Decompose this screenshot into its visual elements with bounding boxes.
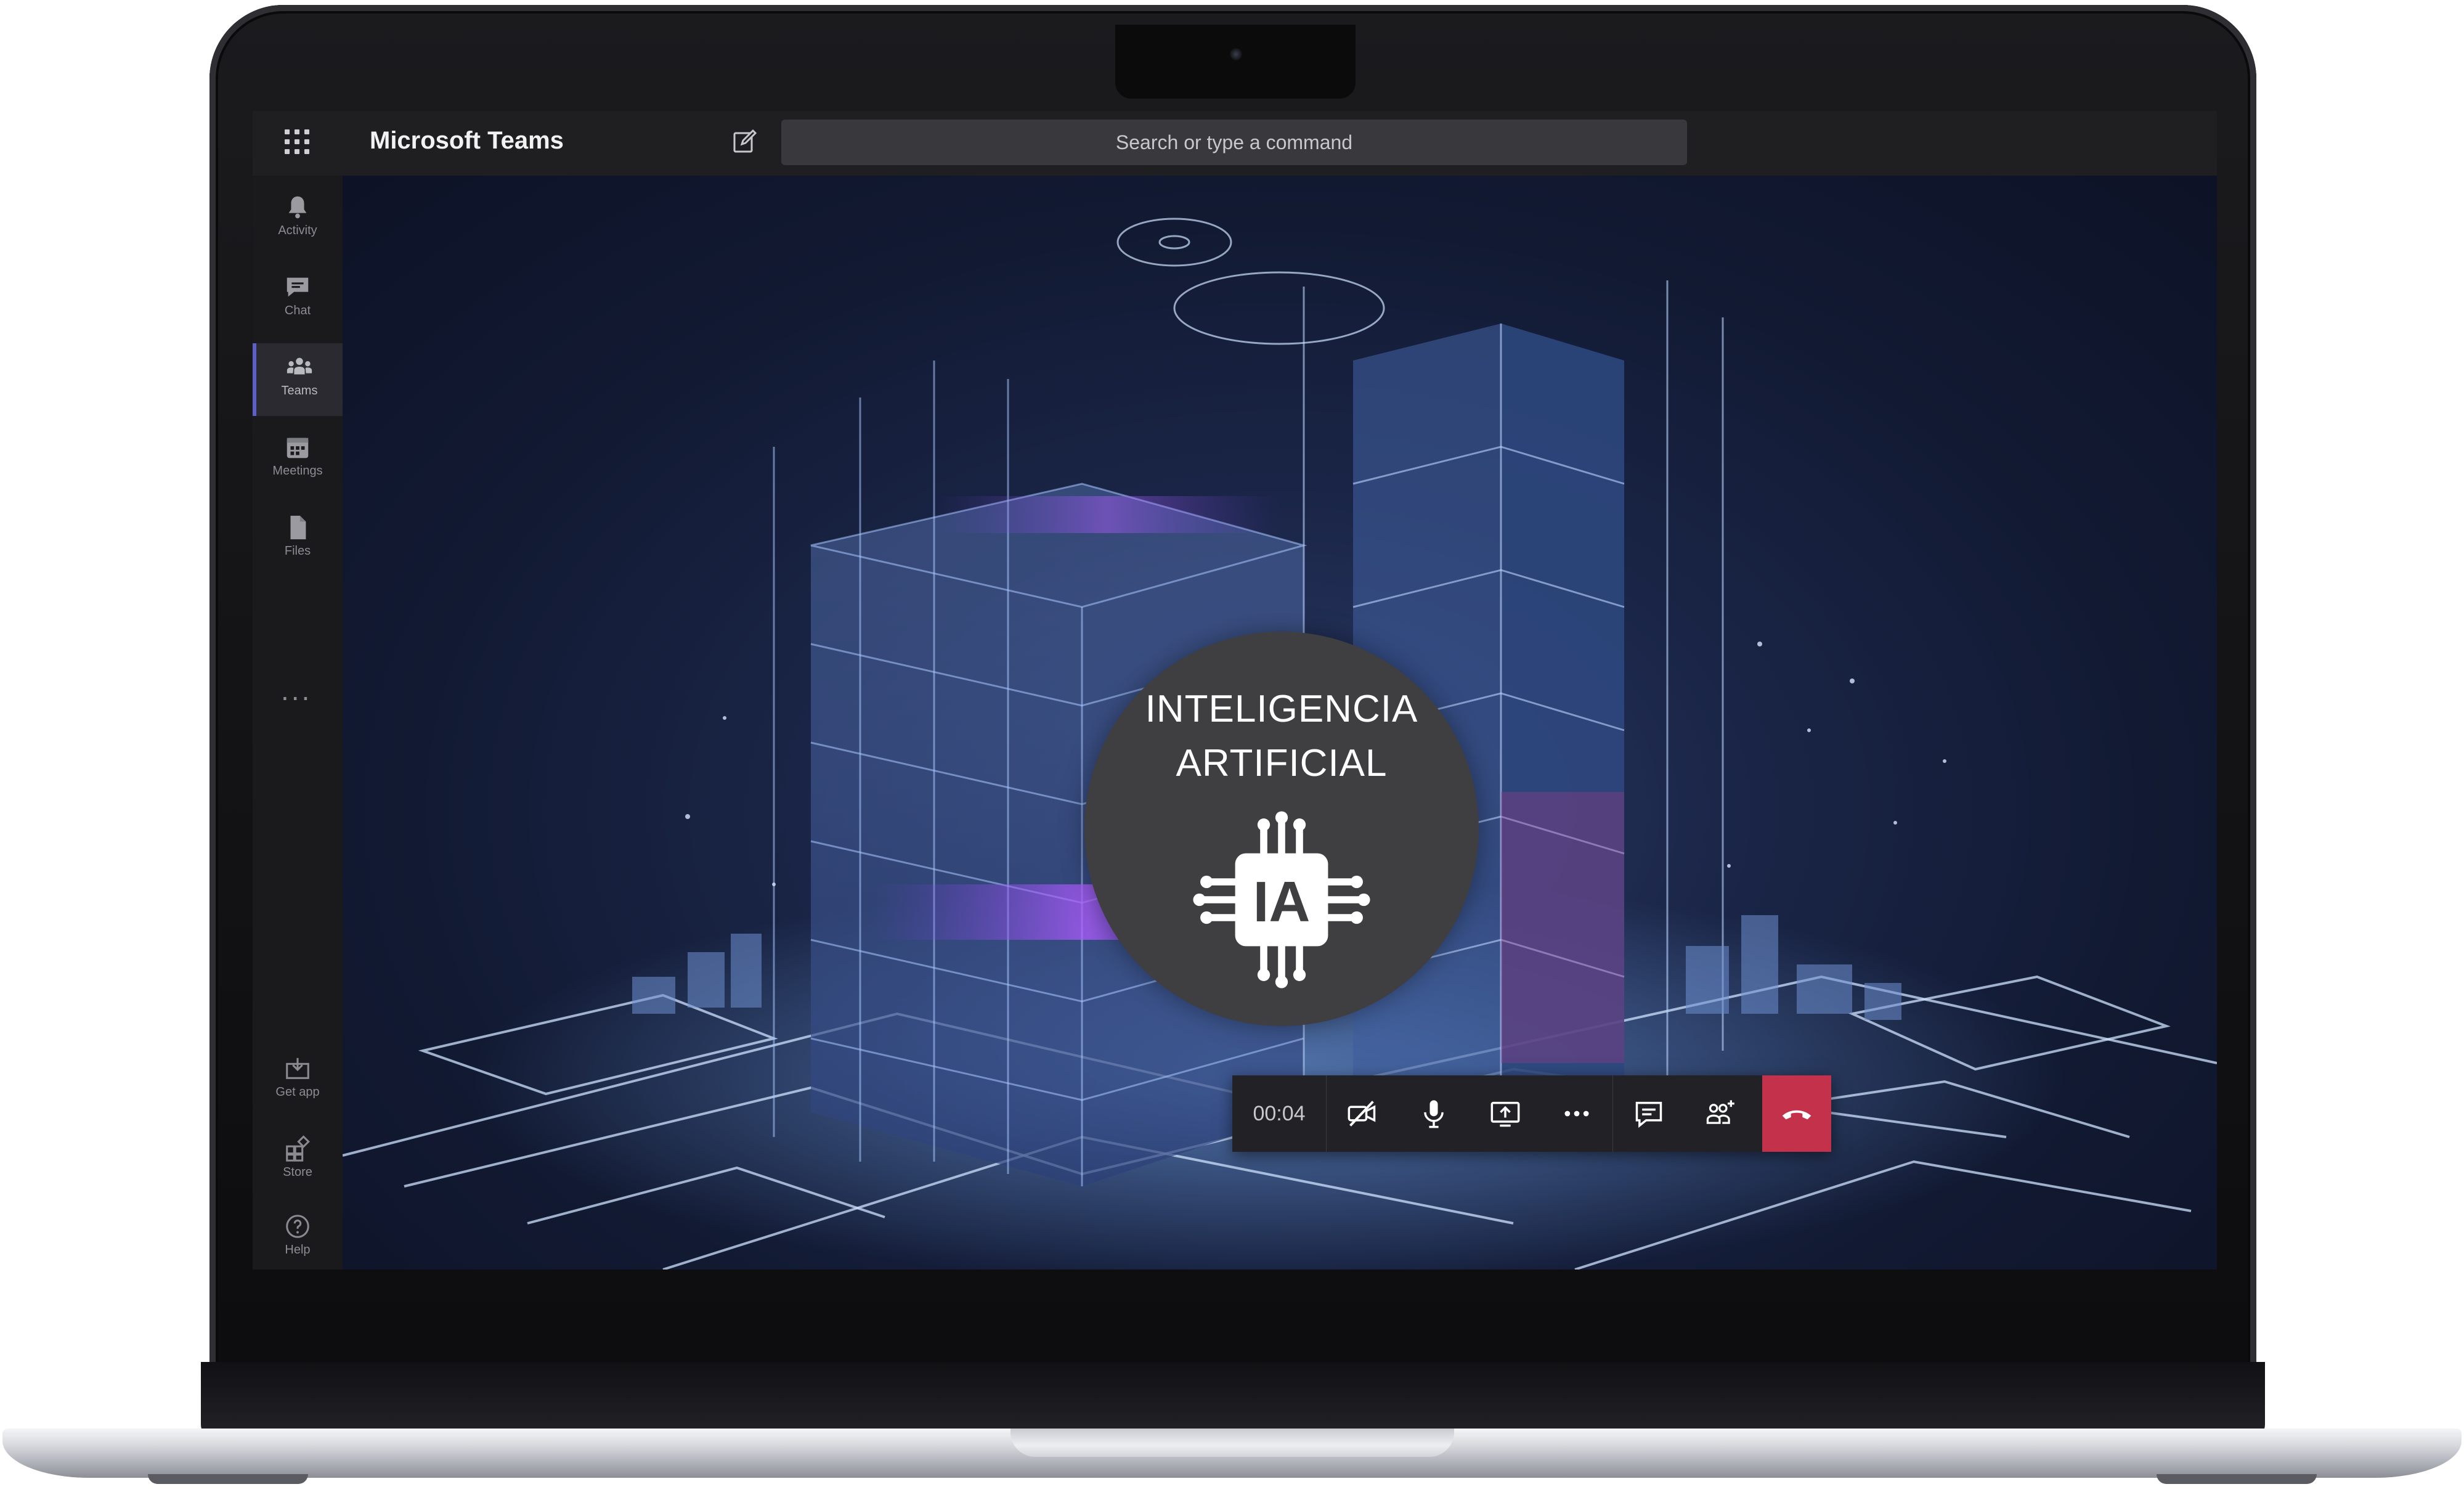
more-apps-icon[interactable]: ... xyxy=(281,674,312,707)
share-screen-icon xyxy=(1490,1101,1520,1127)
webcam xyxy=(1230,48,1242,60)
show-conversation-button[interactable] xyxy=(1613,1075,1685,1152)
mic-toggle-button[interactable] xyxy=(1398,1075,1470,1152)
sidebar-item-meetings[interactable]: Meetings xyxy=(253,423,343,496)
sidebar-item-label: Chat xyxy=(284,304,311,317)
hang-up-icon xyxy=(1782,1110,1811,1120)
calendar-icon xyxy=(287,438,309,459)
conversation-icon xyxy=(1635,1101,1662,1128)
teams-icon xyxy=(287,357,312,375)
camera-toggle-button[interactable] xyxy=(1327,1075,1398,1152)
sidebar-item-files[interactable]: Files xyxy=(253,503,343,576)
sidebar-item-get-app[interactable]: Get app xyxy=(253,1045,343,1117)
sidebar-item-store[interactable]: Store xyxy=(253,1125,343,1197)
file-icon xyxy=(290,515,306,540)
app-title: Microsoft Teams xyxy=(370,127,564,154)
hang-up-button[interactable] xyxy=(1762,1075,1831,1152)
sidebar-item-teams[interactable]: Teams xyxy=(253,343,343,416)
app-launcher-icon[interactable] xyxy=(285,129,309,154)
laptop-foot-left xyxy=(148,1474,308,1484)
sidebar-item-help[interactable]: Help xyxy=(253,1202,343,1270)
share-screen-button[interactable] xyxy=(1470,1075,1541,1152)
meeting-stage: INTELIGENCIA ARTIFICIAL IA 00:04 xyxy=(343,176,2217,1270)
camera-notch xyxy=(1115,25,1356,99)
sidebar-item-label: Help xyxy=(285,1243,311,1257)
laptop-bezel-bottom xyxy=(201,1362,2265,1437)
participant-name-line-2: ARTIFICIAL xyxy=(1176,742,1388,785)
call-controls-bar: 00:04 xyxy=(1232,1075,1831,1152)
microphone-icon xyxy=(1424,1100,1444,1128)
laptop-foot-right xyxy=(2157,1474,2317,1484)
sidebar-item-label: Teams xyxy=(281,384,318,397)
camera-off-icon xyxy=(1348,1101,1376,1127)
show-participants-button[interactable] xyxy=(1685,1075,1756,1152)
sidebar-item-label: Files xyxy=(284,544,311,558)
bell-icon xyxy=(288,196,307,219)
help-icon xyxy=(286,1215,309,1238)
screen: Microsoft Teams Search or type a command… xyxy=(253,111,2217,1270)
sidebar-item-chat[interactable]: Chat xyxy=(253,263,343,336)
participant-avatar: INTELIGENCIA ARTIFICIAL IA xyxy=(1084,632,1479,1026)
download-icon xyxy=(286,1058,309,1079)
participant-name-line-1: INTELIGENCIA xyxy=(1145,688,1418,730)
sidebar-item-label: Store xyxy=(283,1165,312,1179)
participants-icon xyxy=(1706,1100,1734,1124)
ai-chip-icon: IA xyxy=(1193,811,1370,988)
sidebar-item-label: Meetings xyxy=(272,464,323,478)
participant-name: INTELIGENCIA ARTIFICIAL xyxy=(1084,682,1479,791)
more-options-icon xyxy=(1564,1111,1589,1117)
more-options-button[interactable] xyxy=(1541,1075,1612,1152)
sidebar-item-activity[interactable]: Activity xyxy=(253,183,343,256)
left-rail: Activity Chat Teams Meetings Files ... G… xyxy=(253,176,343,1270)
title-bar: Microsoft Teams Search or type a command xyxy=(253,111,2217,176)
store-icon xyxy=(286,1135,310,1162)
laptop-opening-groove xyxy=(1010,1429,1454,1457)
sidebar-item-label: Get app xyxy=(275,1085,320,1099)
new-chat-icon[interactable] xyxy=(731,127,760,157)
call-timer: 00:04 xyxy=(1232,1075,1327,1152)
chip-glyph: IA xyxy=(1253,870,1311,934)
chat-icon xyxy=(287,277,309,297)
sidebar-item-label: Activity xyxy=(278,224,317,237)
search-input[interactable]: Search or type a command xyxy=(781,120,1687,165)
